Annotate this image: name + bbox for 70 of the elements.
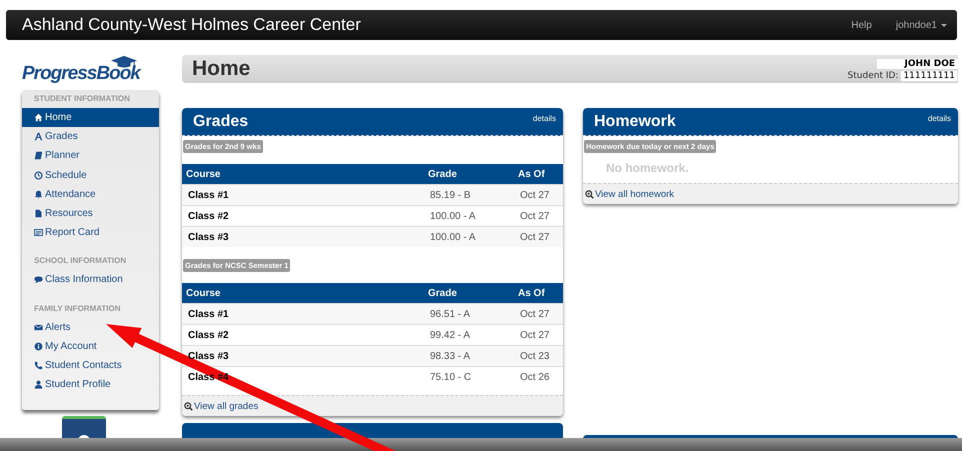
- bell-icon: [34, 190, 43, 199]
- sidebar-item[interactable]: Resources: [22, 204, 159, 224]
- student-name: JOHN DOE: [876, 58, 958, 68]
- grade-value: 99.42 - A: [430, 330, 470, 340]
- sidebar-item[interactable]: Student Contacts: [22, 356, 159, 376]
- sidebar-item[interactable]: Class Information: [22, 270, 159, 290]
- date-value: Oct 27: [520, 330, 550, 340]
- user-menu[interactable]: johndoe1: [896, 20, 947, 30]
- sidebar-item[interactable]: Planner: [22, 146, 159, 166]
- student-id: 111111111: [900, 70, 958, 82]
- zoom-in-icon: [184, 402, 193, 410]
- caret-icon: [941, 24, 947, 26]
- envelope-icon: [34, 322, 43, 332]
- date-value: Oct 27: [520, 308, 550, 320]
- sidebar-item[interactable]: Attendance: [22, 184, 159, 204]
- grade-value: 96.51 - A: [430, 308, 470, 320]
- phone-icon: [34, 360, 43, 370]
- section-heading: STUDENT INFORMATION: [33, 93, 131, 105]
- page-title: Home: [192, 57, 250, 81]
- home-icon: [34, 113, 43, 122]
- file-icon: [34, 209, 43, 218]
- card-icon: [34, 228, 43, 238]
- course-name[interactable]: Class #3: [188, 232, 229, 242]
- sidebar-item[interactable]: Grades: [22, 127, 159, 146]
- column-header: Course: [182, 164, 424, 184]
- column-header: As Of: [514, 164, 563, 184]
- view-all-link[interactable]: View all homework: [585, 188, 674, 200]
- schedule-icon: [34, 170, 43, 180]
- date-value: Oct 27: [520, 232, 550, 242]
- zoom-in-icon: [585, 190, 594, 198]
- course-name[interactable]: Class #4: [188, 372, 229, 382]
- grade-value: 100.00 - A: [430, 210, 476, 222]
- course-name[interactable]: Class #2: [188, 330, 229, 340]
- sidebar-item[interactable]: Student Profile: [22, 375, 159, 394]
- date-value: Oct 26: [520, 372, 550, 382]
- grade-value: 85.19 - B: [430, 190, 471, 200]
- date-value: Oct 27: [520, 210, 550, 222]
- sidebar-item[interactable]: Home: [22, 108, 159, 128]
- sidebar-item[interactable]: Report Card: [22, 223, 159, 242]
- grade-value: 100.00 - A: [430, 232, 476, 242]
- grade-value: 75.10 - C: [430, 372, 472, 382]
- sidebar-item[interactable]: My Account: [22, 336, 159, 356]
- column-header: Grade: [424, 283, 514, 304]
- course-name[interactable]: Class #3: [188, 350, 229, 362]
- card-title: Grades: [193, 112, 248, 130]
- section-heading: FAMILY INFORMATION: [33, 302, 122, 314]
- date-value: Oct 27: [520, 190, 550, 200]
- sidebar-item[interactable]: Schedule: [22, 166, 159, 185]
- details-link[interactable]: details: [532, 114, 556, 123]
- site-title: Ashland County-West Holmes Career Center: [22, 15, 361, 35]
- course-name[interactable]: Class #1: [188, 308, 229, 320]
- grade-value: 98.33 - A: [430, 350, 470, 362]
- help-link[interactable]: Help: [851, 20, 872, 30]
- logo: ProgressBook: [22, 63, 140, 85]
- sidebar-item[interactable]: Alerts: [22, 318, 159, 337]
- card-title: Homework: [594, 112, 676, 130]
- course-name[interactable]: Class #1: [188, 190, 229, 200]
- date-value: Oct 23: [520, 350, 550, 362]
- course-name[interactable]: Class #2: [188, 210, 229, 222]
- section-heading: SCHOOL INFORMATION: [33, 255, 128, 268]
- planner-icon: [34, 151, 43, 160]
- details-link[interactable]: details: [928, 114, 951, 123]
- column-header: As Of: [514, 283, 563, 304]
- column-header: Grade: [424, 164, 514, 184]
- info-icon: [34, 342, 43, 351]
- person-icon: [34, 380, 43, 390]
- student-id-label: Student ID:: [848, 70, 898, 80]
- chat-icon: [34, 275, 43, 284]
- view-all-link[interactable]: View all grades: [184, 400, 258, 412]
- column-header: Course: [182, 283, 424, 304]
